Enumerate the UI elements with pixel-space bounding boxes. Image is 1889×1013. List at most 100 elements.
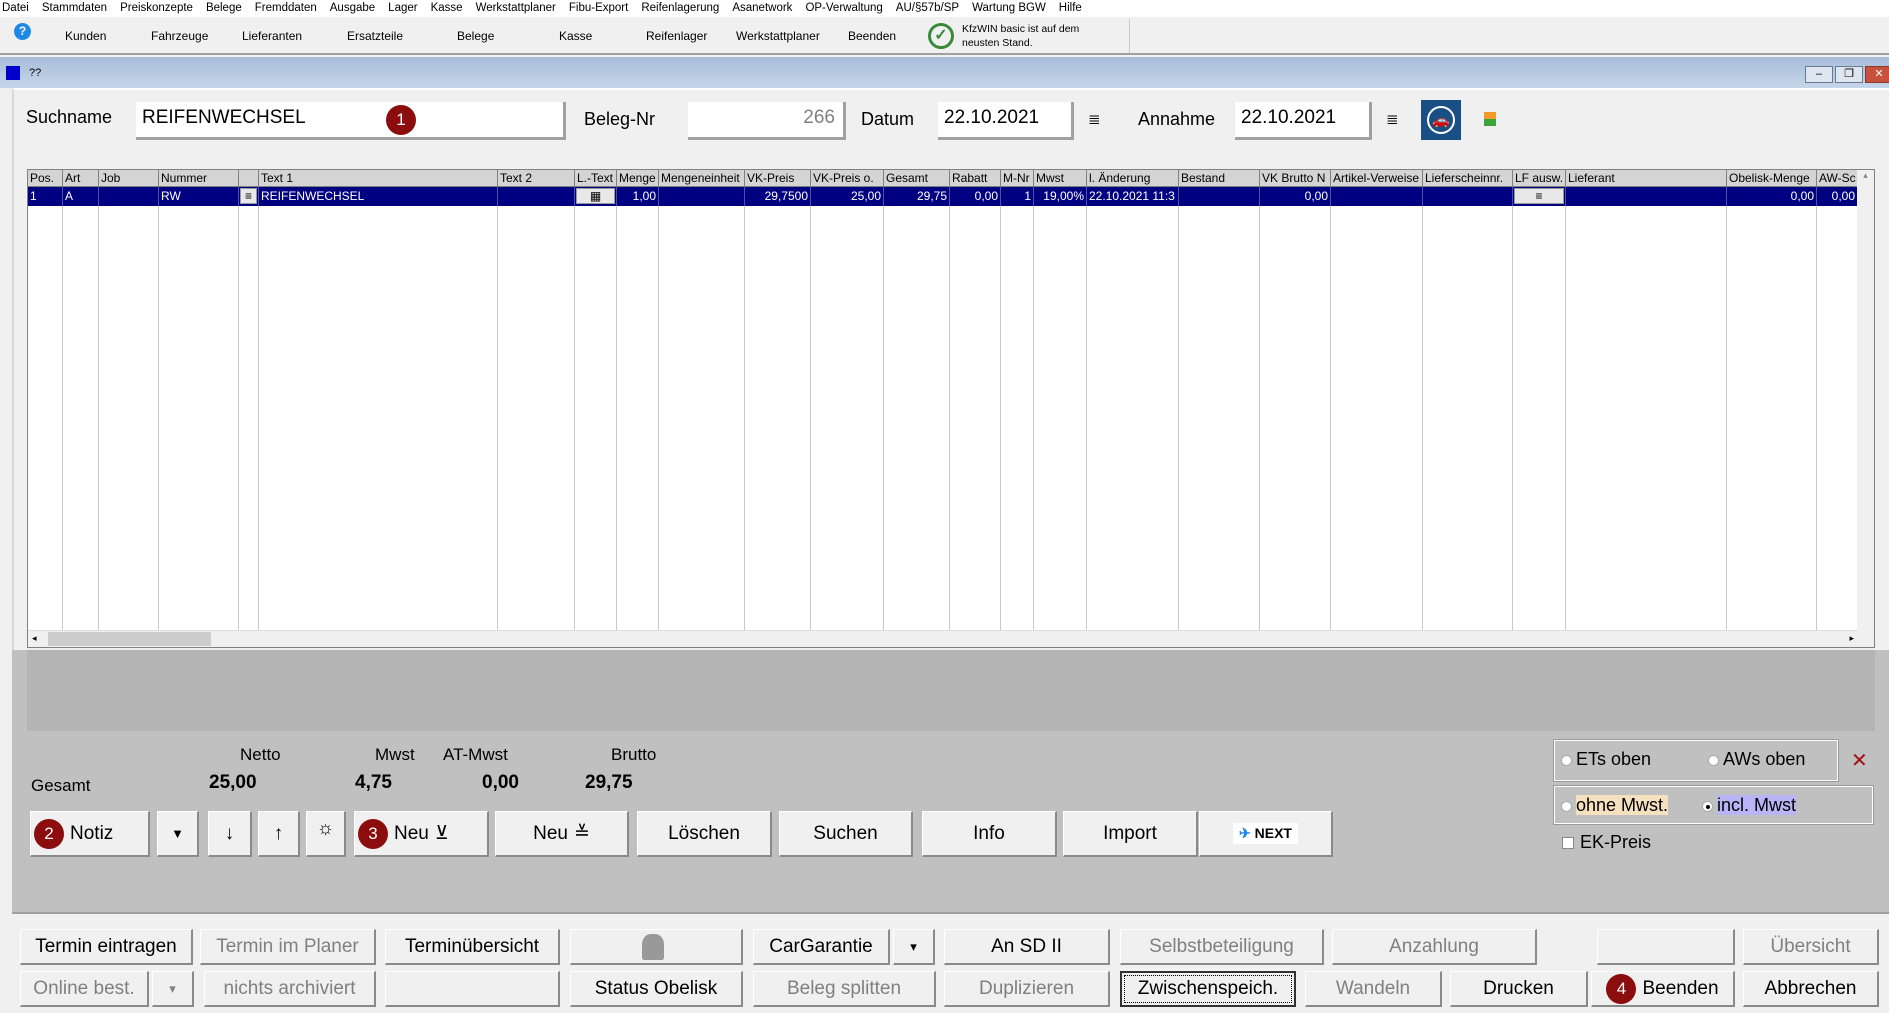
grid-cell[interactable]: 0,00 [1727, 187, 1817, 206]
move-up-button[interactable]: ↑ [258, 811, 300, 857]
restore-button[interactable]: ❐ [1835, 66, 1863, 83]
ohne-mwst-radio[interactable]: ohne Mwst. [1561, 795, 1669, 816]
terminübersicht-button[interactable]: Terminübersicht [385, 929, 560, 965]
column-header[interactable]: LF ausw. [1513, 170, 1566, 187]
selbstbeteiligung-button[interactable]: Selbstbeteiligung [1120, 929, 1324, 965]
annahme-picker-icon[interactable]: ≣ [1386, 110, 1399, 128]
column-header[interactable]: Gesamt [884, 170, 950, 187]
toolbar-reifenlager[interactable]: Reifenlager [646, 29, 707, 43]
menu-item-9[interactable]: Fibu-Export [569, 0, 628, 17]
move-down-button[interactable]: ↓ [208, 811, 252, 857]
wandeln-button[interactable]: Wandeln [1305, 971, 1442, 1007]
online-best-button[interactable]: Online best. [20, 971, 149, 1007]
notiz-button[interactable]: 2 Notiz [30, 811, 150, 857]
datum-input[interactable]: 22.10.2021 [938, 102, 1074, 140]
column-header[interactable]: Text 2 [498, 170, 575, 187]
grid-cell[interactable] [498, 187, 575, 206]
suchen-button[interactable]: Suchen [779, 811, 913, 857]
notiz-dropdown-button[interactable]: ▼ [157, 811, 199, 857]
column-header[interactable]: Lieferscheinnr. [1423, 170, 1513, 187]
column-header[interactable]: Obelisk-Menge [1727, 170, 1817, 187]
grid-cell[interactable]: 1,00 [617, 187, 659, 206]
blank-button[interactable] [1597, 929, 1735, 965]
blank-button[interactable] [385, 971, 560, 1007]
scroll-left-icon[interactable]: ◂ [32, 633, 37, 644]
grid-cell[interactable]: 1 [1001, 187, 1034, 206]
grid-cell[interactable] [1423, 187, 1513, 206]
transfer-icon[interactable] [1484, 112, 1496, 126]
menu-item-6[interactable]: Lager [388, 0, 417, 17]
toolbar-beenden[interactable]: Beenden [848, 29, 896, 43]
column-header[interactable] [239, 170, 259, 187]
toolbar-kasse[interactable]: Kasse [559, 29, 592, 43]
status-obelisk-button[interactable]: Status Obelisk [570, 971, 743, 1007]
menu-item-8[interactable]: Werkstattplaner [476, 0, 556, 17]
grid-cell[interactable] [659, 187, 745, 206]
menu-item-1[interactable]: Stammdaten [42, 0, 107, 17]
menu-item-5[interactable]: Ausgabe [330, 0, 375, 17]
column-header[interactable]: Mengeneinheit [659, 170, 745, 187]
scroll-right-icon[interactable]: ▸ [1849, 633, 1854, 644]
grid-cell[interactable]: ≡ [1513, 187, 1566, 206]
menu-item-14[interactable]: Wartung BGW [972, 0, 1046, 17]
column-header[interactable]: Rabatt [950, 170, 1001, 187]
belegnr-input[interactable]: 266 [688, 102, 846, 140]
grid-cell[interactable] [1179, 187, 1260, 206]
menu-item-4[interactable]: Fremddaten [255, 0, 317, 17]
column-header[interactable]: Pos. [28, 170, 63, 187]
vertical-scrollbar[interactable]: ▴ [1857, 170, 1874, 647]
column-header[interactable]: Job [99, 170, 159, 187]
column-header[interactable]: VK-Preis [745, 170, 811, 187]
grid-cell[interactable]: ▦ [575, 187, 617, 206]
neu-down-button[interactable]: 3 Neu ⊻ [354, 811, 489, 857]
column-header[interactable]: VK-Preis o. [811, 170, 884, 187]
column-header[interactable]: VK Brutto N [1260, 170, 1331, 187]
termin-im-planer-button[interactable]: Termin im Planer [200, 929, 376, 965]
vehicle-icon[interactable]: 🚗 [1421, 100, 1461, 140]
column-header[interactable]: M-Nr [1001, 170, 1034, 187]
grid-cell[interactable] [99, 187, 159, 206]
neu-up-button[interactable]: Neu ≚ [495, 811, 629, 857]
beenden-button[interactable]: 4 Beenden [1591, 971, 1735, 1007]
beleg-splitten-button[interactable]: Beleg splitten [753, 971, 936, 1007]
grid-cell[interactable]: ≡ [239, 187, 259, 206]
column-header[interactable]: Nummer [159, 170, 239, 187]
menu-item-7[interactable]: Kasse [431, 0, 463, 17]
anzahlung-button[interactable]: Anzahlung [1332, 929, 1537, 965]
menu-item-3[interactable]: Belege [206, 0, 242, 17]
column-header[interactable]: Lieferant [1566, 170, 1727, 187]
grid-cell[interactable]: 25,00 [811, 187, 884, 206]
blank-button[interactable] [570, 929, 743, 965]
drucken-button[interactable]: Drucken [1450, 971, 1588, 1007]
toolbar-ersatzteile[interactable]: Ersatzteile [347, 29, 403, 43]
grid-cell[interactable]: 0,00 [1817, 187, 1858, 206]
list-icon[interactable]: ≡ [1514, 188, 1564, 204]
import-button[interactable]: Import [1063, 811, 1198, 857]
grid-cell[interactable] [1566, 187, 1727, 206]
loeschen-button[interactable]: Löschen [637, 811, 772, 857]
column-header[interactable]: Art [63, 170, 99, 187]
menu-item-13[interactable]: AU/§57b/SP [896, 0, 959, 17]
-button-dropdown[interactable]: ▾ [893, 929, 935, 965]
positions-grid[interactable]: Pos. 1 Art A Job Nummer RW ≡ Text 1 REIFENWECHSEL… [27, 169, 1875, 648]
toolbar-lieferanten[interactable]: Lieferanten [242, 29, 302, 43]
grid-cell[interactable]: 1 [28, 187, 63, 206]
scrollbar-thumb[interactable] [48, 632, 211, 646]
menu-item-11[interactable]: Asanetwork [732, 0, 792, 17]
ek-preis-checkbox[interactable]: EK-Preis [1562, 832, 1651, 853]
column-header[interactable]: Artikel-Verweise [1331, 170, 1423, 187]
grid-cell[interactable]: 22.10.2021 11:3 [1087, 187, 1179, 206]
annahme-input[interactable]: 22.10.2021 [1235, 102, 1372, 140]
toolbar-kunden[interactable]: Kunden [65, 29, 106, 43]
next-button[interactable]: ✈ NEXT [1199, 811, 1333, 857]
abbrechen-button[interactable]: Abbrechen [1743, 971, 1879, 1007]
column-header[interactable]: Mwst [1034, 170, 1087, 187]
close-button[interactable]: ✕ [1865, 66, 1889, 83]
menu-item-15[interactable]: Hilfe [1059, 0, 1082, 17]
grid-cell[interactable]: REIFENWECHSEL [259, 187, 498, 206]
duplizieren-button[interactable]: Duplizieren [944, 971, 1110, 1007]
übersicht-button[interactable]: Übersicht [1743, 929, 1879, 965]
scroll-up-icon[interactable]: ▴ [1857, 170, 1874, 181]
grid-cell[interactable]: A [63, 187, 99, 206]
horizontal-scrollbar[interactable]: ◂ ▸ [28, 630, 1858, 647]
